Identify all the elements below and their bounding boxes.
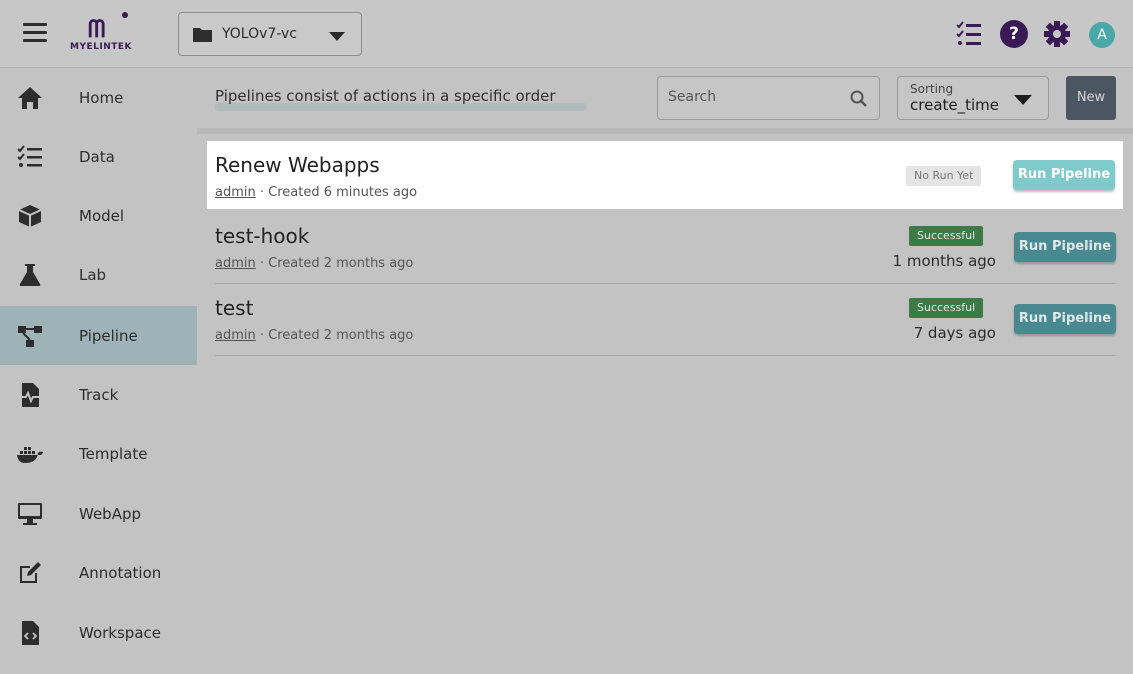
row-divider [215,355,1115,356]
run-pipeline-button[interactable]: Run Pipeline [1013,160,1115,190]
chevron-down-icon [1014,95,1032,105]
sidebar-item-annotation[interactable]: Annotation [0,543,197,602]
folder-icon [193,28,212,42]
pipeline-created: · Created 2 months ago [255,256,414,271]
flask-icon [19,264,41,286]
search-icon[interactable] [850,90,868,108]
tasks-icon[interactable] [955,20,983,48]
main-content: Pipelines consist of actions in a specif… [197,68,1133,674]
sidebar-item-model[interactable]: Model [0,186,197,245]
sidebar-item-track[interactable]: Track [0,365,197,424]
sorting-value: create_time [910,96,1000,114]
sidebar-item-label: Annotation [79,564,162,582]
search-input[interactable] [668,89,838,105]
project-selector[interactable]: YOLOv7-vc [178,12,362,56]
new-button[interactable]: New [1066,76,1116,120]
code-file-icon [22,621,39,645]
page-hint: Pipelines consist of actions in a specif… [215,87,556,105]
pipeline-owner-link[interactable]: admin [215,328,256,343]
sidebar-item-template[interactable]: Template [0,424,197,483]
pipeline-meta: admin · Created 6 minutes ago [215,185,417,200]
pipeline-created: · Created 6 minutes ago [255,185,418,200]
pipeline-created: · Created 2 months ago [255,328,414,343]
pipeline-name[interactable]: Renew Webapps [215,153,380,177]
logo-mark: ᗰ [88,14,105,43]
pipeline-meta: admin · Created 2 months ago [215,256,413,271]
search-box [657,76,880,120]
pipeline-owner-link[interactable]: admin [215,185,256,200]
pipeline-name[interactable]: test-hook [215,224,309,248]
sorting-select[interactable]: Sorting create_time [897,76,1049,120]
project-name: YOLOv7-vc [222,26,297,42]
sidebar-item-label: Data [79,148,115,166]
home-icon [18,87,42,109]
pipeline-meta: admin · Created 2 months ago [215,328,413,343]
sidebar-item-home[interactable]: Home [0,68,197,127]
help-icon[interactable]: ? [1000,20,1028,48]
monitor-icon [18,503,42,525]
run-pipeline-button[interactable]: Run Pipeline [1014,232,1116,262]
sidebar-item-label: Workspace [79,624,161,642]
docker-icon [17,447,43,463]
sidebar-item-workspace[interactable]: Workspace [0,603,197,662]
last-run-time: 1 months ago [892,252,996,270]
top-bar: ᗰ MYELINTEK YOLOv7-vc ? A [0,0,1133,68]
sidebar-item-label: Pipeline [79,327,138,345]
chevron-down-icon [329,32,345,41]
sidebar-item-data[interactable]: Data [0,127,197,186]
avatar[interactable]: A [1089,22,1115,48]
checklist-icon [17,145,42,167]
sidebar-item-label: Lab [79,266,107,284]
gear-icon[interactable] [1043,20,1071,48]
pipeline-row[interactable]: Renew Webapps admin · Created 6 minutes … [207,141,1123,209]
toolbar-divider [197,128,1133,134]
sidebar: Home Data Model Lab Pipeline Track Templ… [0,68,197,674]
track-icon [20,383,41,407]
logo-text: MYELINTEK [70,42,132,52]
pipeline-owner-link[interactable]: admin [215,256,256,271]
sidebar-item-webapp[interactable]: WebApp [0,484,197,543]
status-badge: Successful [909,226,984,246]
edit-icon [20,562,41,583]
status-badge: Successful [909,298,984,318]
status-badge: No Run Yet [906,166,982,186]
menu-icon[interactable] [23,23,47,43]
pipeline-icon [18,326,42,347]
sidebar-item-label: Home [79,89,124,107]
logo[interactable]: ᗰ MYELINTEK [70,12,150,58]
run-pipeline-button[interactable]: Run Pipeline [1014,304,1116,334]
sidebar-item-lab[interactable]: Lab [0,245,197,304]
sidebar-item-pipeline[interactable]: Pipeline [0,306,197,365]
sidebar-item-label: Template [79,445,148,463]
sorting-label: Sorting [910,82,954,96]
cube-icon [18,205,42,227]
logo-dot [122,12,128,18]
sidebar-item-label: WebApp [79,505,142,523]
pipeline-row[interactable]: test admin · Created 2 months ago Succes… [207,284,1124,354]
sidebar-item-label: Model [79,207,125,225]
pipeline-row[interactable]: test-hook admin · Created 2 months ago S… [207,212,1124,282]
pipeline-name[interactable]: test [215,296,253,320]
last-run-time: 7 days ago [913,324,996,342]
sidebar-item-label: Track [79,386,119,404]
